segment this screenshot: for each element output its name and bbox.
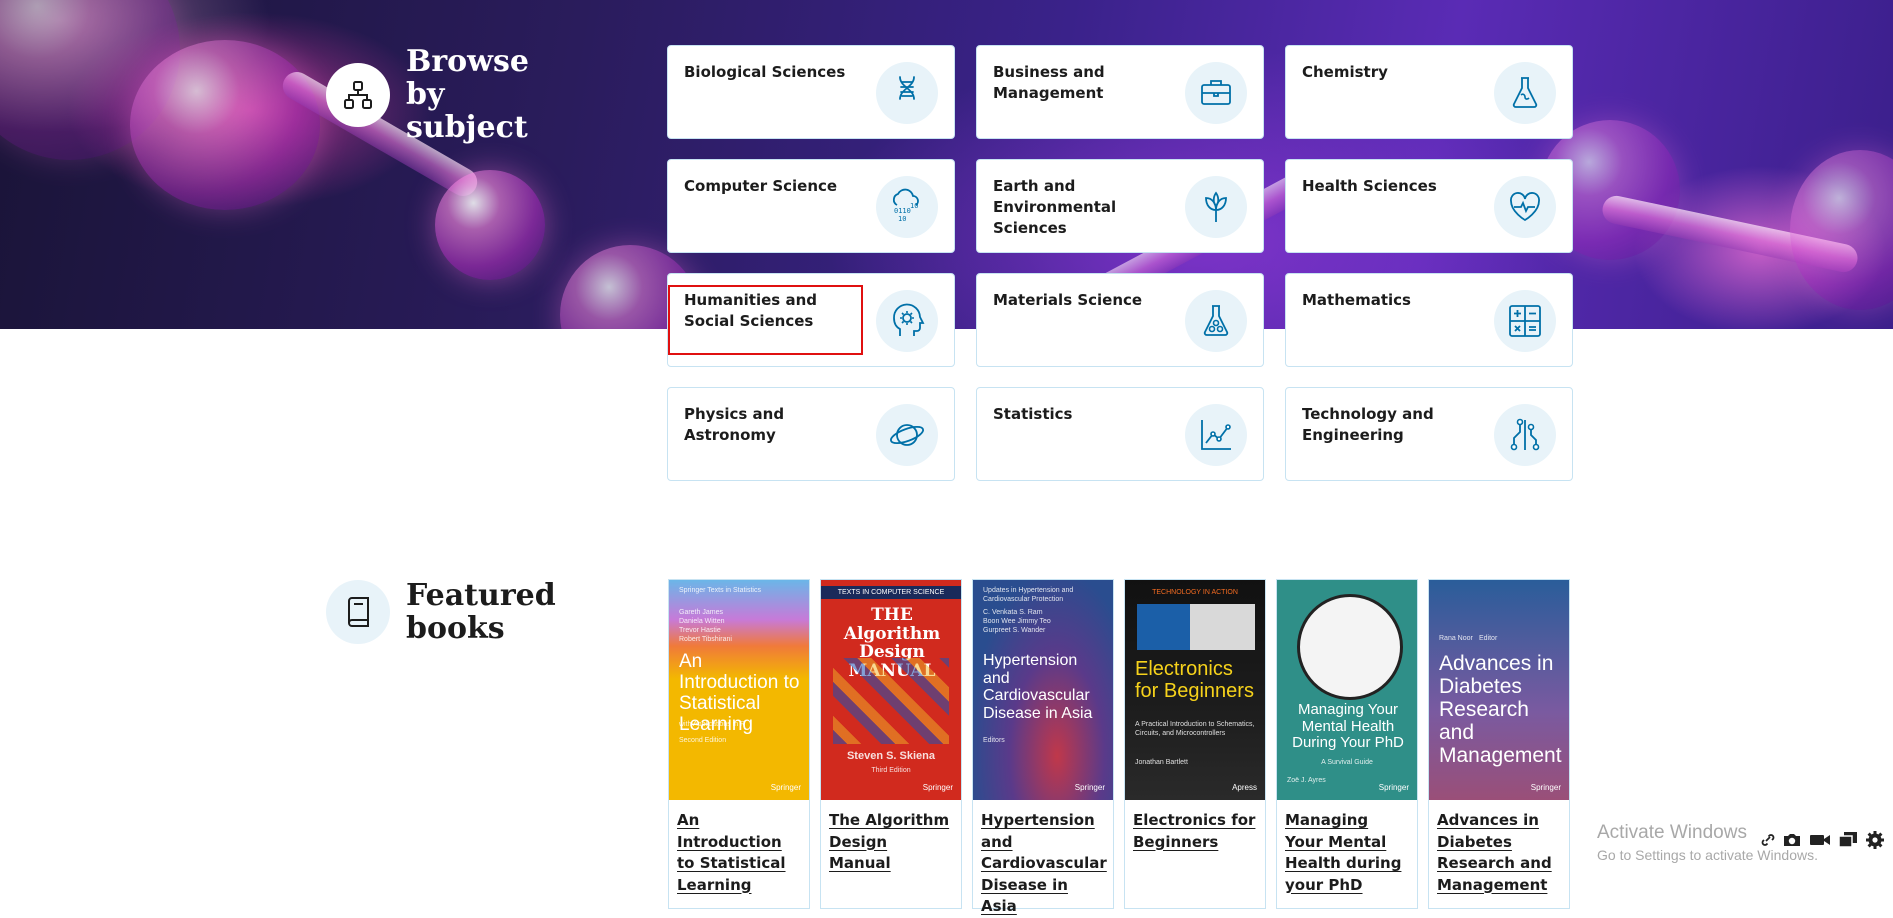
circuit-icon [1494, 404, 1556, 466]
subject-card-statistics[interactable]: Statistics [976, 387, 1264, 481]
book-title-link[interactable]: Managing Your Mental Health during your … [1285, 810, 1409, 896]
cover-edition: Third Edition [871, 767, 911, 774]
cover-subtitle: A Practical Introduction to Schematics, … [1135, 721, 1255, 737]
subject-card-label: Materials Science [993, 291, 1143, 309]
subject-card-biological-sciences[interactable]: Biological Sciences [667, 45, 955, 139]
dna-icon [876, 62, 938, 124]
subject-card-label: Chemistry [1302, 63, 1388, 81]
publisher-logo: Springer [1074, 783, 1105, 792]
heartbeat-icon [1494, 176, 1556, 238]
cover-edition: Editors [983, 737, 1005, 744]
publisher-logo: Springer [770, 783, 801, 792]
book-title-link[interactable]: The Algorithm Design Manual [829, 810, 953, 875]
subject-card-label: Statistics [993, 405, 1073, 423]
featured-book-card[interactable]: Springer Texts in Statistics Gareth James… [668, 579, 810, 909]
briefcase-icon [1185, 62, 1247, 124]
cover-authors: Rana Noor [1439, 635, 1473, 642]
book-cover[interactable]: TECHNOLOGY IN ACTION Jonathan Bartlett Ele… [1125, 580, 1265, 800]
subject-card-computer-science[interactable]: Computer Science 0110 10 10 [667, 159, 955, 253]
cover-title: Advances in Diabetes Research and Manage… [1439, 652, 1562, 768]
book-cover[interactable]: Updates in Hypertension and Cardiovascul… [973, 580, 1113, 800]
cover-title: Electronics for Beginners [1135, 658, 1254, 702]
featured-book-card[interactable]: TEXTS IN COMPUTER SCIENCE Steven S. Skien… [820, 579, 962, 909]
book-title-link[interactable]: Hypertension and Cardiovascular Disease … [981, 810, 1107, 918]
compass-illustration [1297, 594, 1403, 700]
cover-authors: Gareth James Daniela Witten Trevor Hasti… [679, 609, 732, 643]
svg-text:10: 10 [898, 215, 906, 223]
link-icon[interactable] [1761, 832, 1775, 853]
subject-card-label: Biological Sciences [684, 63, 846, 81]
subject-card-label: Health Sciences [1302, 177, 1437, 195]
subject-card-label: Mathematics [1302, 291, 1411, 309]
book-cover[interactable]: Rana Noor Advances in Diabetes Research a… [1429, 580, 1569, 800]
hierarchy-icon [326, 62, 390, 127]
subject-card-label: Physics and Astronomy [684, 405, 785, 444]
publisher-logo: Springer [922, 783, 953, 792]
flask-icon [1494, 62, 1556, 124]
subject-card-label: Technology and Engineering [1302, 405, 1434, 444]
featured-section-header: Featured books [326, 579, 566, 645]
subject-card-label: Humanities and Social Sciences [684, 291, 817, 330]
capture-toolbar [1758, 829, 1888, 855]
gear-icon[interactable] [1865, 830, 1885, 855]
cover-authors: C. Venkata S. Ram Boon Wee Jimmy Teo Gur… [983, 609, 1051, 634]
binary-cloud-icon: 0110 10 10 [876, 176, 938, 238]
math-operators-icon [1494, 290, 1556, 352]
circuit-board-photo [1137, 604, 1255, 650]
publisher-logo: Apress [1232, 783, 1257, 792]
cover-authors: Steven S. Skiena [846, 750, 936, 762]
line-chart-icon [1185, 404, 1247, 466]
leaf-icon [1185, 176, 1247, 238]
svg-text:0110: 0110 [894, 207, 911, 215]
subject-card-business-and-management[interactable]: Business and Management [976, 45, 1264, 139]
subject-card-chemistry[interactable]: Chemistry [1285, 45, 1573, 139]
subject-card-label: Computer Science [684, 177, 838, 195]
molecule-flask-icon [1185, 290, 1247, 352]
browse-section-header: Browse by subject [326, 45, 566, 144]
cover-authors: Zoë J. Ayres [1287, 777, 1326, 784]
browse-title: Browse by subject [406, 44, 529, 145]
subject-card-physics-and-astronomy[interactable]: Physics and Astronomy [667, 387, 955, 481]
subject-card-technology-and-engineering[interactable]: Technology and Engineering [1285, 387, 1573, 481]
algorithm-illustration [833, 658, 949, 744]
book-title-link[interactable]: Electronics for Beginners [1133, 810, 1257, 853]
cover-series: Springer Texts in Statistics [679, 587, 761, 594]
camera-icon[interactable] [1782, 832, 1802, 853]
publisher-logo: Springer [1378, 783, 1409, 792]
subject-card-earth-and-environmental-sciences[interactable]: Earth and Environmental Sciences [976, 159, 1264, 253]
cover-subtitle: A Survival Guide [1321, 759, 1373, 766]
subject-card-materials-science[interactable]: Materials Science [976, 273, 1264, 367]
publisher-logo: Springer [1530, 783, 1561, 792]
featured-book-card[interactable]: Zoë J. Ayres Managing Your Mental Health … [1276, 579, 1418, 909]
cover-edition: Second Edition [679, 737, 727, 744]
featured-book-card[interactable]: Updates in Hypertension and Cardiovascul… [972, 579, 1114, 915]
subject-card-health-sciences[interactable]: Health Sciences [1285, 159, 1573, 253]
subject-card-mathematics[interactable]: Mathematics [1285, 273, 1573, 367]
book-cover[interactable]: TEXTS IN COMPUTER SCIENCE Steven S. Skien… [821, 580, 961, 800]
cover-series: Updates in Hypertension and Cardiovascul… [983, 587, 1074, 603]
cover-authors: Jonathan Bartlett [1135, 759, 1188, 766]
subject-card-label: Earth and Environmental Sciences [993, 177, 1117, 237]
cover-series: TEXTS IN COMPUTER SCIENCE [821, 586, 961, 599]
head-gear-icon [876, 290, 938, 352]
cover-title: Hypertension and Cardiovascular Disease … [983, 652, 1093, 722]
video-icon[interactable] [1809, 832, 1831, 853]
book-title-link[interactable]: An Introduction to Statistical Learning [677, 810, 801, 896]
book-cover[interactable]: Zoë J. Ayres Managing Your Mental Health … [1277, 580, 1417, 800]
book-cover[interactable]: Springer Texts in Statistics Gareth James… [669, 580, 809, 800]
book-title-link[interactable]: Advances in Diabetes Research and Manage… [1437, 810, 1561, 896]
cover-title: Managing Your Mental Health During Your … [1292, 701, 1404, 751]
featured-title: Featured books [406, 578, 556, 646]
cover-series: TECHNOLOGY IN ACTION [1152, 589, 1238, 596]
subject-card-label: Business and Management [993, 63, 1105, 102]
svg-text:10: 10 [910, 202, 918, 210]
featured-book-card[interactable]: TECHNOLOGY IN ACTION Jonathan Bartlett Ele… [1124, 579, 1266, 909]
cover-edition: Editor [1479, 635, 1498, 642]
planet-icon [876, 404, 938, 466]
subject-card-humanities-and-social-sciences[interactable]: Humanities and Social Sciences [667, 273, 955, 367]
copy-icon[interactable] [1838, 831, 1858, 854]
featured-book-card[interactable]: Rana Noor Advances in Diabetes Research a… [1428, 579, 1570, 909]
cover-subtitle: with Applications in R [679, 721, 746, 728]
book-icon [326, 580, 390, 644]
